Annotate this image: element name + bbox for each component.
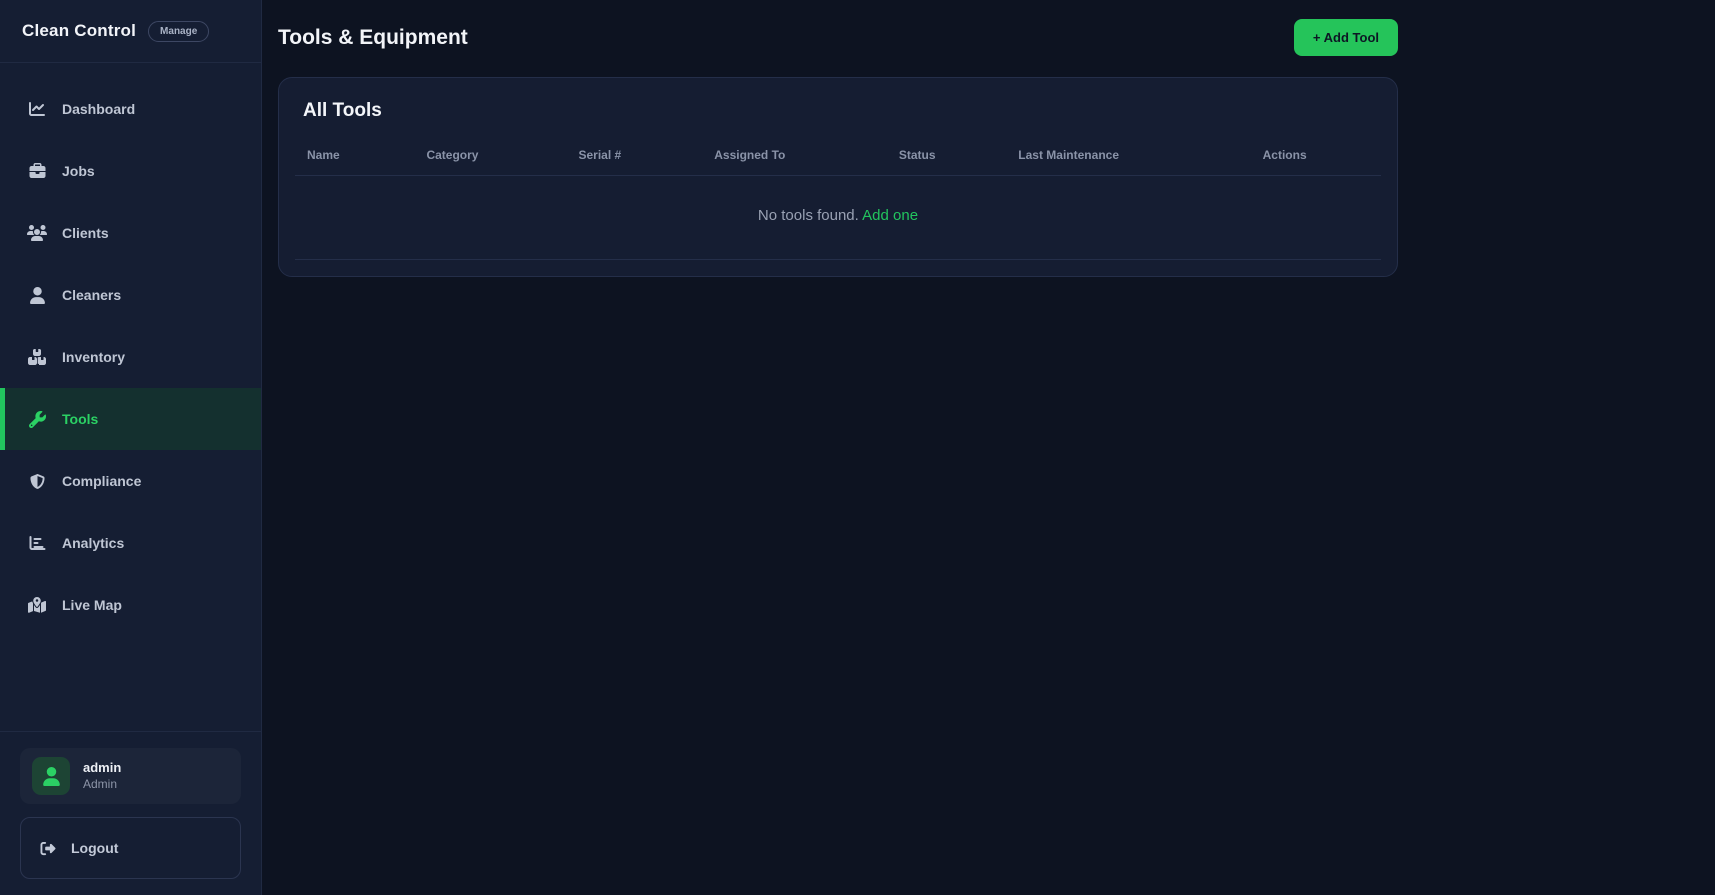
user-icon <box>27 286 47 304</box>
column-header-status: Status <box>886 134 1007 176</box>
bar-chart-icon <box>27 535 47 551</box>
empty-state-cell: No tools found. Add one <box>295 175 1381 260</box>
sidebar-header: Clean Control Manage <box>0 0 261 63</box>
sidebar-item-clients[interactable]: Clients <box>0 202 261 264</box>
card-title: All Tools <box>303 100 382 121</box>
user-info: admin Admin <box>83 760 121 791</box>
page-title: Tools & Equipment <box>278 25 468 49</box>
column-header-name: Name <box>295 134 415 176</box>
sidebar-item-label: Live Map <box>62 597 122 613</box>
sidebar-item-label: Dashboard <box>62 101 136 117</box>
wrench-icon <box>27 410 47 428</box>
main-content: Tools & Equipment + Add Tool All Tools N… <box>262 0 1715 895</box>
column-header-serial: Serial # <box>566 134 703 176</box>
sidebar-item-label: Analytics <box>62 535 125 551</box>
user-role: Admin <box>83 776 118 791</box>
column-header-assigned-to: Assigned To <box>702 134 887 176</box>
sidebar-item-jobs[interactable]: Jobs <box>0 140 261 202</box>
sidebar: Clean Control Manage Dashboard Jobs Clie… <box>0 0 262 895</box>
briefcase-icon <box>27 163 47 179</box>
avatar <box>32 757 70 795</box>
logout-label: Logout <box>71 840 119 856</box>
logout-button[interactable]: Logout <box>20 817 241 879</box>
sidebar-item-dashboard[interactable]: Dashboard <box>0 78 261 140</box>
app-logo: Clean Control <box>22 21 137 40</box>
empty-state-text: No tools found. <box>757 207 859 224</box>
column-header-category: Category <box>414 134 567 176</box>
table-header: Name Category Serial # Assigned To Statu… <box>295 134 1381 176</box>
main-header: Tools & Equipment + Add Tool <box>278 19 1398 56</box>
add-one-link[interactable]: Add one <box>862 207 918 224</box>
user-card: admin Admin <box>20 748 241 804</box>
table-body: No tools found. Add one <box>295 175 1381 260</box>
shield-icon <box>27 473 47 490</box>
boxes-icon <box>27 349 47 365</box>
map-icon <box>27 597 47 613</box>
user-name: admin <box>83 760 122 776</box>
sidebar-item-label: Inventory <box>62 349 126 365</box>
sidebar-item-label: Cleaners <box>62 287 122 303</box>
sidebar-nav: Dashboard Jobs Clients Cleaners Inventor <box>0 63 261 636</box>
tools-table: Name Category Serial # Assigned To Statu… <box>295 134 1381 260</box>
sidebar-item-tools[interactable]: Tools <box>0 388 261 450</box>
chart-line-icon <box>27 101 47 117</box>
sidebar-footer: admin Admin Logout <box>0 731 261 895</box>
logout-icon <box>40 841 56 856</box>
column-header-last-maintenance: Last Maintenance <box>1006 134 1251 176</box>
all-tools-card: All Tools Name Category Serial # Assigne… <box>278 77 1398 277</box>
sidebar-item-label: Tools <box>62 411 99 427</box>
column-header-actions: Actions <box>1250 134 1381 176</box>
sidebar-item-compliance[interactable]: Compliance <box>0 450 261 512</box>
sidebar-item-analytics[interactable]: Analytics <box>0 512 261 574</box>
sidebar-item-label: Clients <box>62 225 109 241</box>
sidebar-item-live-map[interactable]: Live Map <box>0 574 261 636</box>
empty-state-row: No tools found. Add one <box>295 175 1381 260</box>
sidebar-item-cleaners[interactable]: Cleaners <box>0 264 261 326</box>
manage-badge[interactable]: Manage <box>148 20 210 42</box>
users-icon <box>27 225 47 241</box>
table-header-row: Name Category Serial # Assigned To Statu… <box>295 134 1381 176</box>
user-avatar-icon <box>42 766 60 786</box>
sidebar-item-inventory[interactable]: Inventory <box>0 326 261 388</box>
add-tool-button[interactable]: + Add Tool <box>1293 19 1398 56</box>
sidebar-item-label: Jobs <box>62 163 95 179</box>
sidebar-item-label: Compliance <box>62 473 142 489</box>
